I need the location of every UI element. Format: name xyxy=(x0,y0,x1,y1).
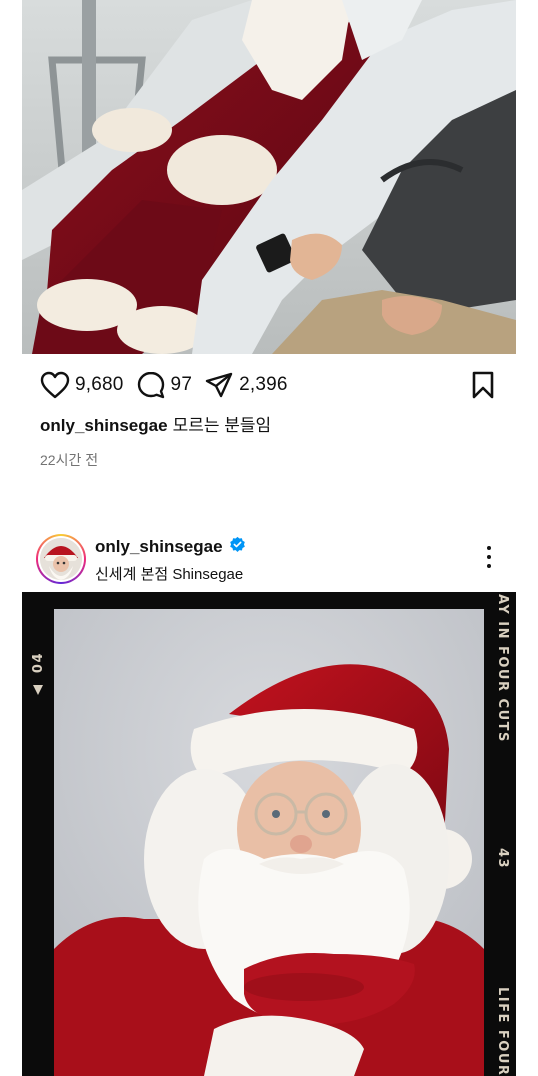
share-count: 2,396 xyxy=(239,374,288,395)
booth-photo-inner xyxy=(54,609,484,1076)
santa-avatar-image xyxy=(40,538,82,580)
post1-caption: only_shinsegae 모르는 분들임 xyxy=(40,414,271,438)
frame-text-bottom: LIFE FOUR xyxy=(495,986,510,1076)
caption-text: 모르는 분들임 xyxy=(172,416,272,435)
verified-badge-icon xyxy=(229,536,246,558)
post2-username[interactable]: only_shinsegae xyxy=(95,537,223,557)
comment-bubble-icon xyxy=(137,371,164,399)
save-button[interactable] xyxy=(470,370,496,400)
more-options-icon[interactable] xyxy=(484,546,494,572)
post1-action-bar: 9,680 97 2,396 xyxy=(40,368,496,402)
frame-number-left: 04 xyxy=(31,652,46,674)
frame-number-right: 43 xyxy=(495,848,510,870)
like-button[interactable]: 9,680 xyxy=(40,371,124,399)
heart-icon xyxy=(40,371,70,399)
post2-photo[interactable]: AY IN FOUR CUTS 43 LIFE FOUR 04 xyxy=(22,592,516,1076)
comment-count: 97 xyxy=(170,374,193,395)
santa-portrait-image xyxy=(54,609,484,1076)
post2-header: only_shinsegae 신세계 본점 Shinsegae xyxy=(36,532,506,588)
subway-santa-photo xyxy=(22,0,516,354)
post2-location[interactable]: 신세계 본점 Shinsegae xyxy=(95,563,243,584)
frame-text-top: AY IN FOUR CUTS xyxy=(495,594,510,743)
frame-arrow-icon xyxy=(33,685,43,695)
caption-username[interactable]: only_shinsegae xyxy=(40,416,168,435)
like-count: 9,680 xyxy=(75,374,124,395)
post2-username-row[interactable]: only_shinsegae xyxy=(95,536,246,558)
bookmark-icon xyxy=(472,371,494,399)
post1-photo[interactable] xyxy=(22,0,516,354)
share-button[interactable]: 2,396 xyxy=(204,371,288,399)
paper-plane-icon xyxy=(205,372,233,398)
comment-button[interactable]: 97 xyxy=(136,370,193,400)
avatar[interactable] xyxy=(36,534,86,584)
post1-timestamp: 22시간 전 xyxy=(40,452,99,468)
